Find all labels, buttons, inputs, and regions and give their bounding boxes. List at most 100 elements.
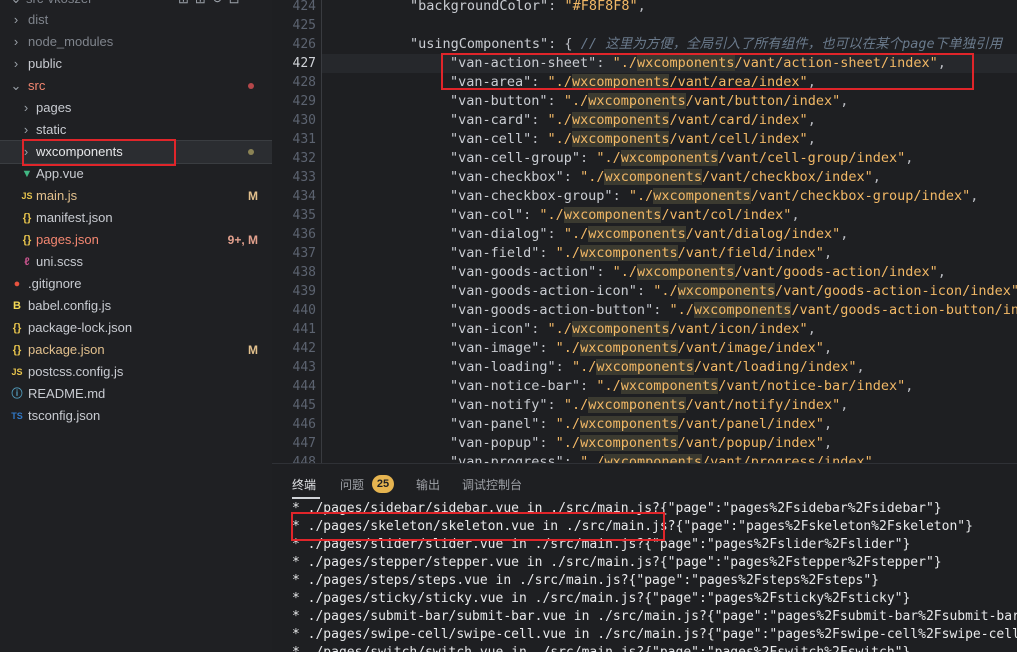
json-sep: :	[539, 340, 556, 356]
json-sep: :	[636, 283, 654, 299]
file-readme[interactable]: ⓘ README.md	[0, 383, 272, 405]
file-postcss-config[interactable]: JS postcss.config.js	[0, 361, 272, 383]
chevron-right-icon: ›	[23, 100, 29, 115]
path-highlight: wxcomponents	[588, 226, 686, 242]
tree-label: package.json	[28, 342, 105, 357]
path-highlight: wxcomponents	[653, 188, 751, 204]
path-end: /index"	[783, 93, 841, 109]
path-end: /index"	[767, 245, 824, 261]
code-line-component: "van-panel": "./wxcomponents/vant/panel/…	[450, 415, 832, 434]
file-package-json[interactable]: {} package.json M	[0, 339, 272, 361]
code-line-component: "van-cell": "./wxcomponents/vant/cell/in…	[450, 130, 816, 149]
component-name: "van-notify"	[450, 397, 548, 413]
code-line-426: "usingComponents": { // 这里为方便，全局引入了所有组件，…	[410, 35, 1002, 54]
json-comma: ,	[807, 112, 816, 128]
path-segment: /vant/	[791, 302, 841, 318]
path-segment: /vant/	[685, 226, 735, 242]
component-name: "van-checkbox"	[450, 169, 564, 185]
path-segment: /vant/	[669, 74, 719, 90]
code-area[interactable]: "backgroundColor": "#F8F8F8", "usingComp…	[272, 0, 1017, 463]
code-line-component: "van-notice-bar": "./wxcomponents/vant/n…	[450, 377, 913, 396]
path-prefix: "./	[547, 74, 572, 90]
path-highlight: wxcomponents	[620, 150, 719, 166]
json-sep: :	[539, 435, 556, 451]
file-uni-scss[interactable]: ℓ uni.scss	[0, 251, 272, 273]
json-icon: {}	[12, 344, 22, 356]
path-highlight: wxcomponents	[604, 169, 702, 185]
path-end: /index"	[815, 169, 873, 185]
tab-terminal[interactable]: 终端	[292, 476, 316, 494]
folder-dist[interactable]: › dist	[0, 9, 272, 31]
code-line-component: "van-notify": "./wxcomponents/vant/notif…	[450, 396, 848, 415]
tree-label: babel.config.js	[28, 298, 112, 313]
json-sep: :	[563, 454, 581, 463]
component-name: "van-notice-bar"	[450, 378, 581, 394]
terminal-line: * ./pages/swipe-cell/swipe-cell.vue in .…	[292, 627, 1017, 642]
path-highlight: wxcomponents	[636, 55, 735, 71]
folder-node-modules[interactable]: › node_modules	[0, 31, 272, 53]
file-manifest-json[interactable]: {} manifest.json	[0, 207, 272, 229]
folder-public[interactable]: › public	[0, 53, 272, 75]
path-component: checkbox-group	[799, 188, 914, 204]
json-sep: :	[539, 416, 556, 432]
terminal-output[interactable]: * ./pages/sidebar/sidebar.vue in ./src/m…	[272, 500, 1017, 652]
terminal-line: * ./pages/slider/slider.vue in ./src/mai…	[292, 537, 911, 552]
json-sep: :	[555, 359, 572, 375]
folder-pages[interactable]: › pages	[0, 97, 272, 119]
path-segment: /vant/	[685, 397, 735, 413]
code-line-component: "van-image": "./wxcomponents/vant/image/…	[450, 339, 832, 358]
babel-icon: B	[13, 300, 21, 312]
path-end: /index"	[783, 226, 841, 242]
folder-src[interactable]: ⌄ src	[0, 75, 272, 97]
tab-problems[interactable]: 问题	[340, 476, 364, 494]
path-highlight: wxcomponents	[596, 359, 694, 375]
path-component: button	[734, 93, 784, 109]
path-end: /index"	[750, 131, 808, 147]
tree-label: public	[28, 56, 62, 71]
file-app-vue[interactable]: ▼ App.vue	[0, 163, 272, 185]
component-name: "van-col"	[450, 207, 524, 223]
modified-dot	[248, 149, 254, 155]
json-icon: {}	[22, 234, 32, 246]
file-tsconfig[interactable]: TS tsconfig.json	[0, 405, 272, 427]
file-gitignore[interactable]: ● .gitignore	[0, 273, 272, 295]
vue-icon: ▼	[21, 168, 33, 180]
folder-static[interactable]: › static	[0, 119, 272, 141]
path-component: goods-action-icon	[823, 283, 963, 299]
json-comma: ,	[937, 264, 946, 280]
json-comma: ,	[970, 188, 979, 204]
file-main-js[interactable]: JS main.js M	[0, 185, 272, 207]
code-line-component: "van-goods-action-button": "./wxcomponen…	[450, 301, 1017, 320]
error-dot	[248, 83, 254, 89]
tab-debug-console[interactable]: 调试控制台	[462, 476, 522, 494]
component-name: "van-goods-action-button"	[450, 302, 654, 318]
json-comma: ,	[823, 435, 833, 451]
file-package-lock[interactable]: {} package-lock.json	[0, 317, 272, 339]
path-highlight: wxcomponents	[620, 378, 719, 394]
tab-output[interactable]: 输出	[416, 476, 440, 494]
code-line-component: "van-goods-action": "./wxcomponents/vant…	[450, 263, 946, 282]
path-end: /index"	[815, 454, 873, 463]
path-component: notify	[734, 397, 784, 413]
folder-wxcomponents[interactable]: › wxcomponents	[0, 140, 272, 164]
path-prefix: "./	[596, 378, 621, 394]
path-component: popup	[726, 435, 768, 451]
terminal-line: * ./pages/steps/steps.vue in ./src/main.…	[292, 573, 879, 588]
path-prefix: "./	[563, 93, 589, 109]
path-component: checkbox	[750, 169, 816, 185]
json-sep: :	[596, 55, 613, 71]
json-comma: ,	[840, 397, 849, 413]
path-highlight: wxcomponents	[571, 112, 670, 128]
indent-guide	[321, 0, 322, 463]
code-line-component: "van-area": "./wxcomponents/vant/area/in…	[450, 73, 816, 92]
code-line-component: "van-icon": "./wxcomponents/vant/icon/in…	[450, 320, 816, 339]
file-pages-json[interactable]: {} pages.json 9+, M	[0, 229, 272, 251]
tree-label: static	[36, 122, 67, 137]
tree-label: manifest.json	[36, 210, 113, 225]
path-prefix: "./	[555, 340, 581, 356]
json-comma: ,	[856, 359, 865, 375]
tree-label: App.vue	[36, 166, 84, 181]
code-editor[interactable]: 424 425 426 427 428 429 430 431 432 433 434 435 436 4…	[272, 0, 1017, 463]
file-babel-config[interactable]: B babel.config.js	[0, 295, 272, 317]
path-component: dialog	[734, 226, 784, 242]
